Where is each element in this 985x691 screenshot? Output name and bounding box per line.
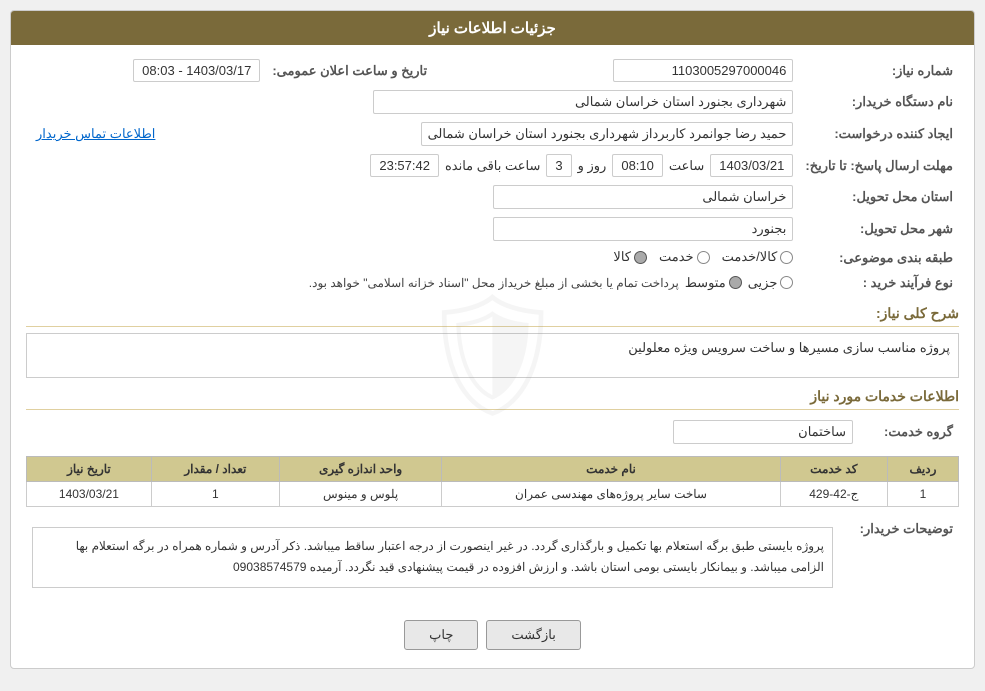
table-row: ایجاد کننده درخواست: حمید رضا جوانمرد کا… xyxy=(26,118,959,150)
deadline-flex: 1403/03/21 ساعت 08:10 روز و 3 ساعت باقی … xyxy=(32,154,793,177)
deadline-date-box: 1403/03/21 xyxy=(710,154,793,177)
main-card: جزئیات اطلاعات نیاز 🛡 شماره نیاز: 110300… xyxy=(10,10,975,669)
buyer-notes-box: پروژه بایستی طبق برگه استعلام بها تکمیل … xyxy=(32,527,833,588)
col-unit: واحد اندازه گیری xyxy=(279,456,441,481)
services-table: ردیف کد خدمت نام خدمت واحد اندازه گیری ت… xyxy=(26,456,959,507)
deadline-time-label: ساعت xyxy=(669,158,704,174)
process-option-motavasset[interactable]: متوسط xyxy=(685,275,742,291)
description-box-wrap: پروژه مناسب سازی مسیرها و ساخت سرویس ویژ… xyxy=(26,333,959,378)
deadline-remaining-box: 23:57:42 xyxy=(370,154,439,177)
radio-icon-selected xyxy=(729,276,742,289)
radio-icon-selected xyxy=(634,251,647,264)
table-row: مهلت ارسال پاسخ: تا تاریخ: 1403/03/21 سا… xyxy=(26,150,959,181)
category-radio-group: کالا/خدمت خدمت کالا xyxy=(613,249,793,265)
province-box: خراسان شمالی xyxy=(493,185,793,209)
card-header: جزئیات اطلاعات نیاز xyxy=(11,11,974,45)
card-body: 🛡 شماره نیاز: 1103005297000046 تاریخ و س… xyxy=(11,45,974,668)
info-table: شماره نیاز: 1103005297000046 تاریخ و ساع… xyxy=(26,55,959,295)
table-row: طبقه بندی موضوعی: کالا/خدمت خدمت xyxy=(26,245,959,271)
table-row: ردیف کد خدمت نام خدمت واحد اندازه گیری ت… xyxy=(27,456,959,481)
table-cell: ساخت سایر پروژه‌های مهندسی عمران xyxy=(442,481,780,506)
process-option-jozii[interactable]: جزیی xyxy=(748,275,794,291)
col-quantity: تعداد / مقدار xyxy=(151,456,279,481)
buyer-notes-label: توضیحات خریدار: xyxy=(839,515,959,600)
category-label-khadamat: خدمت xyxy=(659,249,694,265)
creator-label: ایجاد کننده درخواست: xyxy=(799,118,959,150)
radio-icon xyxy=(780,251,793,264)
category-label-kala-khadamat: کالا/خدمت xyxy=(722,249,778,265)
table-row: نام دستگاه خریدار: شهرداری بجنورد استان … xyxy=(26,86,959,118)
buyer-notes-cell: پروژه بایستی طبق برگه استعلام بها تکمیل … xyxy=(26,515,839,600)
description-section: شرح کلی نیاز: پروژه مناسب سازی مسیرها و … xyxy=(26,305,959,378)
need-number-value: 1103005297000046 xyxy=(447,55,799,86)
description-title: شرح کلی نیاز: xyxy=(26,305,959,327)
table-row: شهر محل تحویل: بجنورد xyxy=(26,213,959,245)
process-row: جزیی متوسط پرداخت تمام یا بخشی از مبلغ خ… xyxy=(26,271,799,295)
description-value: پروژه مناسب سازی مسیرها و ساخت سرویس ویژ… xyxy=(628,340,950,355)
buyer-notes-table: توضیحات خریدار: پروژه بایستی طبق برگه اس… xyxy=(26,515,959,600)
table-row: استان محل تحویل: خراسان شمالی xyxy=(26,181,959,213)
process-label: نوع فرآیند خرید : xyxy=(799,271,959,295)
category-label-kala: کالا xyxy=(613,249,631,265)
city-label: شهر محل تحویل: xyxy=(799,213,959,245)
print-button[interactable]: چاپ xyxy=(404,620,478,650)
services-table-body: 1ج-42-429ساخت سایر پروژه‌های مهندسی عمرا… xyxy=(27,481,959,506)
category-option-khadamat[interactable]: خدمت xyxy=(659,249,710,265)
process-note: پرداخت تمام یا بخشی از مبلغ خریداز محل "… xyxy=(309,276,679,290)
col-date: تاریخ نیاز xyxy=(27,456,152,481)
announcement-date-value: 1403/03/17 - 08:03 xyxy=(26,55,266,86)
category-option-kala[interactable]: کالا xyxy=(613,249,647,265)
table-cell: ج-42-429 xyxy=(780,481,887,506)
deadline-day-label: روز و xyxy=(578,158,607,174)
deadline-row: 1403/03/21 ساعت 08:10 روز و 3 ساعت باقی … xyxy=(26,150,799,181)
services-table-header: ردیف کد خدمت نام خدمت واحد اندازه گیری ت… xyxy=(27,456,959,481)
col-name: نام خدمت xyxy=(442,456,780,481)
deadline-time-box: 08:10 xyxy=(612,154,663,177)
back-button[interactable]: بازگشت xyxy=(486,620,580,650)
radio-icon xyxy=(780,276,793,289)
announcement-date-box: 1403/03/17 - 08:03 xyxy=(133,59,260,82)
process-label-jozii: جزیی xyxy=(748,275,778,291)
service-group-box: ساختمان xyxy=(673,420,853,444)
announcement-date-label: تاریخ و ساعت اعلان عمومی: xyxy=(266,55,447,86)
deadline-days-box: 3 xyxy=(546,154,571,177)
process-label-motavasset: متوسط xyxy=(685,275,726,291)
service-group-value: ساختمان xyxy=(26,416,859,448)
services-section-title: اطلاعات خدمات مورد نیاز xyxy=(26,388,959,410)
contact-link[interactable]: اطلاعات تماس خریدار xyxy=(36,126,155,141)
header-title: جزئیات اطلاعات نیاز xyxy=(429,20,556,37)
buyer-label: نام دستگاه خریدار: xyxy=(799,86,959,118)
buyer-value: شهرداری بجنورد استان خراسان شمالی xyxy=(26,86,799,118)
need-number-box: 1103005297000046 xyxy=(613,59,793,82)
province-value: خراسان شمالی xyxy=(26,181,799,213)
footer-buttons: بازگشت چاپ xyxy=(26,608,959,658)
province-label: استان محل تحویل: xyxy=(799,181,959,213)
creator-box: حمید رضا جوانمرد کاربرداز شهرداری بجنورد… xyxy=(421,122,794,146)
process-flex: جزیی متوسط پرداخت تمام یا بخشی از مبلغ خ… xyxy=(32,275,793,291)
table-cell: 1 xyxy=(887,481,958,506)
buyer-box: شهرداری بجنورد استان خراسان شمالی xyxy=(373,90,793,114)
creator-value: حمید رضا جوانمرد کاربرداز شهرداری بجنورد… xyxy=(266,118,799,150)
table-row: 1ج-42-429ساخت سایر پروژه‌های مهندسی عمرا… xyxy=(27,481,959,506)
col-row: ردیف xyxy=(887,456,958,481)
table-cell: 1 xyxy=(151,481,279,506)
col-code: کد خدمت xyxy=(780,456,887,481)
need-number-label: شماره نیاز: xyxy=(799,55,959,86)
table-row: شماره نیاز: 1103005297000046 تاریخ و ساع… xyxy=(26,55,959,86)
service-group-table: گروه خدمت: ساختمان xyxy=(26,416,959,448)
category-option-kala-khadamat[interactable]: کالا/خدمت xyxy=(722,249,794,265)
city-value: بجنورد xyxy=(26,213,799,245)
category-label: طبقه بندی موضوعی: xyxy=(799,245,959,271)
table-row: توضیحات خریدار: پروژه بایستی طبق برگه اس… xyxy=(26,515,959,600)
service-group-label: گروه خدمت: xyxy=(859,416,959,448)
deadline-label: مهلت ارسال پاسخ: تا تاریخ: xyxy=(799,150,959,181)
city-box: بجنورد xyxy=(493,217,793,241)
table-row: گروه خدمت: ساختمان xyxy=(26,416,959,448)
deadline-remaining-label: ساعت باقی مانده xyxy=(445,158,540,174)
table-row: نوع فرآیند خرید : جزیی متوسط پرداخت xyxy=(26,271,959,295)
radio-icon xyxy=(697,251,710,264)
table-cell: پلوس و مینوس xyxy=(279,481,441,506)
category-row: کالا/خدمت خدمت کالا xyxy=(26,245,799,271)
table-cell: 1403/03/21 xyxy=(27,481,152,506)
